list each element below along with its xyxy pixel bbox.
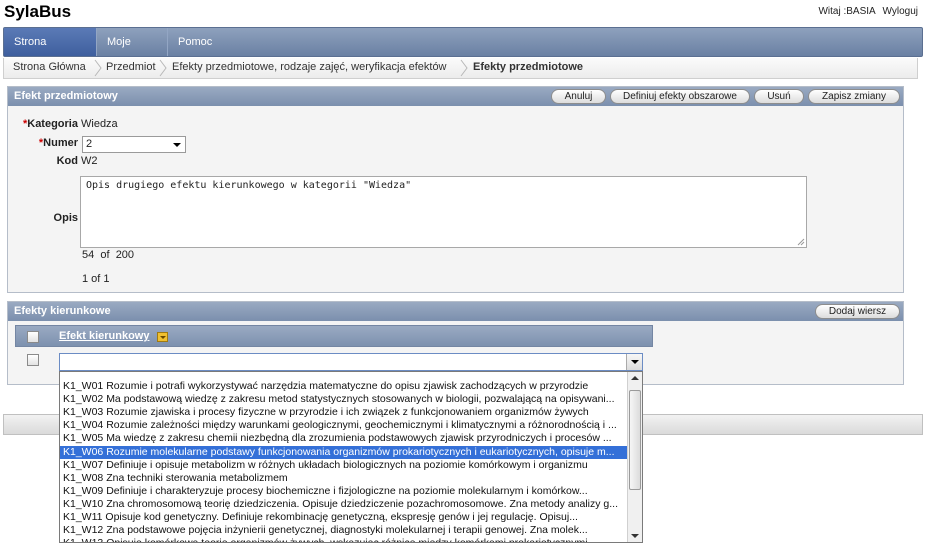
efekt-kierunkowy-select[interactable] [59, 353, 643, 371]
scroll-up-icon[interactable] [631, 376, 639, 380]
resize-grip-icon[interactable] [797, 238, 805, 246]
dropdown-option[interactable]: K1_W05 Ma wiedzę z zakresu chemii niezbę… [60, 432, 628, 445]
dropdown-option[interactable]: K1_W08 Zna techniki sterowania metaboliz… [60, 472, 628, 485]
kategoria-label-text: Kategoria [27, 118, 78, 130]
app-logo: SylaBus [4, 2, 72, 21]
opis-textarea[interactable]: Opis drugiego efektu kierunkowego w kate… [80, 176, 807, 248]
tab-home[interactable]: Strona Główna [4, 28, 97, 76]
sort-menu-icon[interactable] [157, 332, 168, 342]
opis-text: Opis drugiego efektu kierunkowego w kate… [86, 180, 412, 191]
logout-link[interactable]: Wyloguj [883, 6, 918, 17]
tab-help[interactable]: Pomoc [168, 28, 222, 56]
define-effects-button[interactable]: Definiuj efekty obszarowe [610, 89, 750, 104]
kod-value: W2 [81, 155, 98, 167]
dropdown-option[interactable]: K1_W07 Definiuje i opisuje metabolizm w … [60, 459, 628, 472]
dropdown-option[interactable]: K1_W01 Rozumie i potrafi wykorzystywać n… [60, 380, 628, 393]
kierunkowe-title-text: Efekty kierunkowe [14, 305, 111, 317]
user-header: Witaj :BASIA Wyloguj [818, 6, 918, 17]
chevron-down-icon [173, 143, 181, 147]
add-row-button[interactable]: Dodaj wiersz [815, 304, 900, 319]
kategoria-label: *Kategoria [16, 118, 78, 130]
numer-label-text: Numer [43, 137, 78, 149]
char-count-of: of [100, 249, 110, 261]
tab-my-data[interactable]: Moje dane [97, 28, 168, 76]
save-button[interactable]: Zapisz zmiany [808, 89, 900, 104]
scrollbar-thumb[interactable] [629, 390, 641, 490]
char-count-max: 200 [115, 249, 135, 261]
chevron-right-icon [460, 59, 468, 77]
breadcrumb: Strona Główna Przedmiot Efekty przedmiot… [3, 58, 918, 79]
dropdown-option[interactable]: K1_W10 Zna chromosomową teorię dziedzicz… [60, 498, 628, 511]
kod-label: Kod [56, 155, 78, 167]
row-checkbox[interactable] [27, 354, 39, 366]
cancel-button[interactable]: Anuluj [551, 89, 606, 104]
efekt-dropdown-list[interactable]: K1_W01 Rozumie i potrafi wykorzystywać n… [59, 371, 643, 543]
efekt-title-text: Efekt przedmiotowy [14, 90, 118, 102]
kierunkowe-region-title: Efekty kierunkowe Dodaj wiersz [8, 302, 903, 321]
kategoria-value: Wiedza [81, 118, 118, 130]
efekt-region-title: Efekt przedmiotowy Anuluj Definiuj efekt… [8, 87, 903, 106]
numer-select-value: 2 [86, 138, 93, 150]
dropdown-option[interactable]: K1_W11 Opisuje kod genetyczny. Definiuje… [60, 511, 628, 524]
numer-label: *Numer [16, 137, 78, 149]
delete-button[interactable]: Usuń [754, 89, 804, 104]
breadcrumb-subject[interactable]: Przedmiot [106, 61, 156, 73]
pagination-text: 1 of 1 [82, 273, 110, 285]
breadcrumb-effects[interactable]: Efekty przedmiotowe, rodzaje zajęć, wery… [172, 61, 447, 73]
dropdown-option[interactable]: K1_W02 Ma podstawową wiedzę z zakresu me… [60, 393, 628, 406]
dropdown-option[interactable]: K1_W06 Rozumie molekularne podstawy funk… [60, 445, 628, 459]
breadcrumb-home[interactable]: Strona Główna [13, 61, 86, 73]
dropdown-option[interactable]: K1_W03 Rozumie zjawiska i procesy fizycz… [60, 406, 628, 419]
dropdown-scrollbar[interactable] [627, 372, 642, 542]
select-arrow-button[interactable] [626, 354, 642, 370]
dropdown-option[interactable]: K1_W04 Rozumie zależności między warunka… [60, 419, 628, 432]
select-all-checkbox[interactable] [27, 331, 39, 343]
dropdown-option[interactable]: K1_W09 Definiuje i charakteryzuje proces… [60, 485, 628, 498]
breadcrumb-current: Efekty przedmiotowe [473, 61, 584, 73]
chevron-right-icon [159, 59, 167, 77]
dropdown-option[interactable]: K1_W13 Opisuje komórkową teorię organizm… [60, 537, 628, 542]
chevron-right-icon [94, 59, 102, 77]
char-counter: 54 of 200 [82, 249, 134, 261]
dropdown-option[interactable]: K1_W12 Zna podstawowe pojęcia inżynierii… [60, 524, 628, 537]
numer-select[interactable]: 2 [82, 136, 186, 153]
main-navbar: Strona Główna Moje dane Pomoc [3, 27, 923, 76]
opis-label: Opis [53, 212, 78, 224]
chevron-down-icon [631, 360, 639, 364]
scroll-down-icon[interactable] [631, 534, 639, 538]
column-header-efekt[interactable]: Efekt kierunkowy [59, 330, 149, 342]
char-count-current: 54 [82, 249, 95, 261]
welcome-text: Witaj :BASIA [818, 6, 876, 17]
